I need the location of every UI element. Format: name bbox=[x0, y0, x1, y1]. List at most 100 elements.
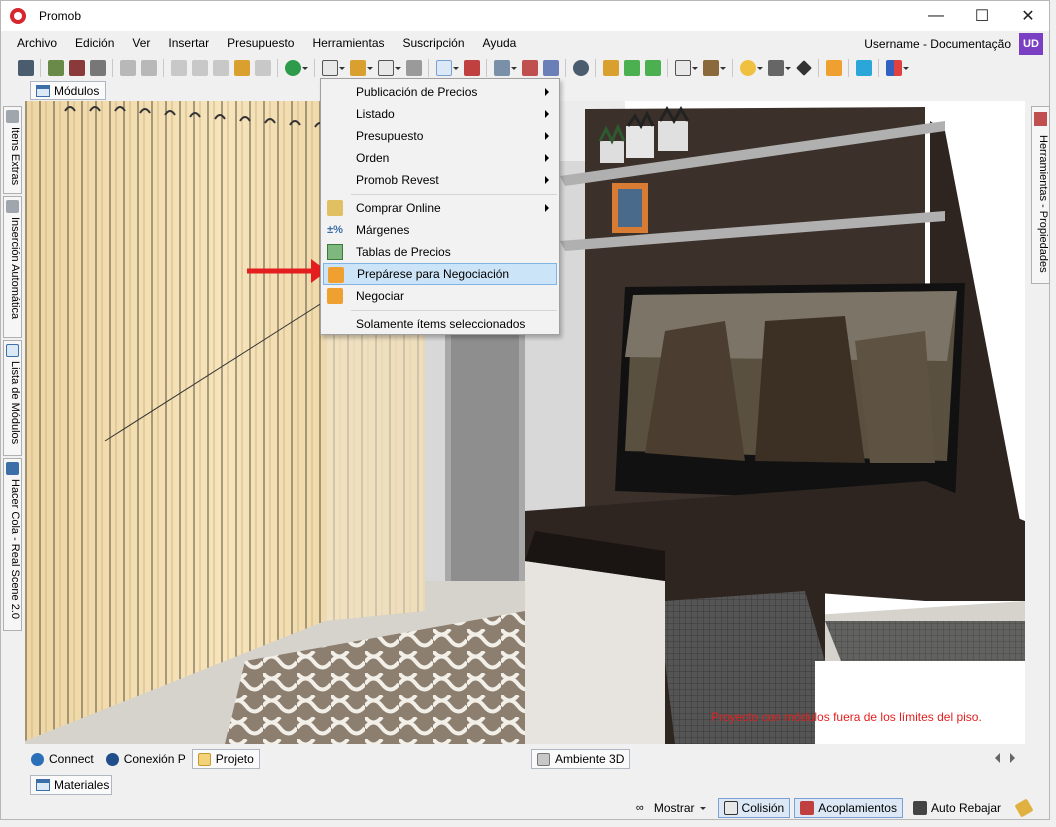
maximize-button[interactable]: ☐ bbox=[959, 1, 1005, 31]
tab-modulos[interactable]: Módulos bbox=[30, 81, 106, 100]
arrow-left-icon[interactable] bbox=[623, 60, 640, 76]
hammer-icon[interactable] bbox=[233, 60, 250, 76]
ruler-button[interactable] bbox=[1011, 798, 1041, 818]
menu-ver[interactable]: Ver bbox=[123, 31, 159, 55]
menu-edicion[interactable]: Edición bbox=[66, 31, 123, 55]
menu-item-solamente-seleccionados[interactable]: Solamente ítems seleccionados bbox=[323, 313, 557, 335]
menu-insertar[interactable]: Insertar bbox=[159, 31, 218, 55]
conexion-icon bbox=[105, 752, 119, 766]
folder-icon bbox=[197, 752, 211, 766]
scroll-left-icon[interactable] bbox=[995, 753, 1000, 763]
auto-rebajar-toggle[interactable]: Auto Rebajar bbox=[907, 798, 1007, 818]
toolbar-separator bbox=[565, 59, 566, 77]
menu-item-margenes[interactable]: ±% Márgenes bbox=[323, 219, 557, 241]
print-preview-icon[interactable] bbox=[68, 60, 85, 76]
budget-dollar-icon[interactable] bbox=[284, 60, 301, 76]
menu-item-promob-revest[interactable]: Promob Revest bbox=[323, 169, 557, 191]
hierarchy-icon[interactable] bbox=[349, 60, 366, 76]
tab-projeto-label: Projeto bbox=[215, 752, 254, 766]
sidebar-tab-label: Inserción Automática bbox=[9, 217, 21, 320]
menu-item-listado[interactable]: Listado bbox=[323, 103, 557, 125]
view-3d-icon[interactable] bbox=[542, 60, 559, 76]
colision-toggle[interactable]: Colisión bbox=[717, 798, 791, 818]
delete-icon[interactable] bbox=[254, 60, 271, 76]
menu-ayuda[interactable]: Ayuda bbox=[474, 31, 526, 55]
tab-materiales[interactable]: Materiales bbox=[30, 775, 112, 795]
eye-icon[interactable] bbox=[572, 60, 589, 76]
sidebar-tab-real-scene[interactable]: Hacer Cola - Real Scene 2.0 bbox=[3, 458, 22, 631]
menu-item-label: Tablas de Precios bbox=[356, 245, 451, 259]
acoplamientos-toggle[interactable]: Acoplamientos bbox=[794, 798, 903, 818]
title-bar: Promob — ☐ ✕ bbox=[1, 1, 1049, 31]
menu-item-negociar[interactable]: Negociar bbox=[323, 285, 557, 307]
panel-icon[interactable] bbox=[405, 60, 422, 76]
chevron-down-icon[interactable] bbox=[720, 66, 726, 70]
sidebar-tab-lista-modulos[interactable]: Lista de Módulos bbox=[3, 340, 22, 456]
chevron-down-icon[interactable] bbox=[453, 66, 459, 70]
measure-icon[interactable] bbox=[463, 60, 480, 76]
dimension-icon[interactable] bbox=[521, 60, 538, 76]
select-cursor-icon[interactable] bbox=[435, 60, 452, 76]
close-button[interactable]: ✕ bbox=[1005, 1, 1051, 31]
layout-icon[interactable] bbox=[885, 60, 902, 76]
connect-icon bbox=[31, 752, 44, 766]
save-icon[interactable] bbox=[17, 60, 34, 76]
menu-item-tablas-precios[interactable]: Tablas de Precios bbox=[323, 241, 557, 263]
username-label[interactable]: Username - Documentação bbox=[864, 31, 1011, 57]
sidebar-tab-label: Herramientas - Propiedades bbox=[1037, 135, 1049, 273]
arrow-right-icon[interactable] bbox=[644, 60, 661, 76]
render-icon[interactable] bbox=[47, 60, 64, 76]
undo-icon[interactable] bbox=[119, 60, 136, 76]
mostrar-label: Mostrar bbox=[653, 801, 695, 815]
box-icon[interactable] bbox=[702, 60, 719, 76]
camera-icon[interactable] bbox=[767, 60, 784, 76]
mostrar-dropdown[interactable]: ∞ Mostrar bbox=[630, 798, 714, 818]
sidebar-tab-itens-extras[interactable]: Itens Extras bbox=[3, 106, 22, 194]
move-icon[interactable] bbox=[795, 60, 812, 76]
frame-icon[interactable] bbox=[674, 60, 691, 76]
light-bulb-icon[interactable] bbox=[739, 60, 756, 76]
percent-icon: ±% bbox=[327, 224, 343, 236]
chevron-down-icon[interactable] bbox=[903, 66, 909, 70]
sidebar-tab-herramientas-propiedades[interactable]: Herramientas - Propiedades bbox=[1031, 106, 1050, 284]
layers-icon[interactable] bbox=[493, 60, 510, 76]
shape-icon[interactable] bbox=[377, 60, 394, 76]
tab-ambiente-3d[interactable]: Ambiente 3D bbox=[531, 749, 631, 769]
page-setup-icon[interactable] bbox=[321, 60, 338, 76]
chevron-down-icon[interactable] bbox=[302, 66, 308, 70]
chevron-down-icon[interactable] bbox=[367, 66, 373, 70]
chevron-down-icon[interactable] bbox=[692, 66, 698, 70]
redo-icon[interactable] bbox=[140, 60, 157, 76]
toolbar-separator bbox=[40, 59, 41, 77]
minimize-button[interactable]: — bbox=[913, 1, 959, 31]
user-avatar[interactable]: UD bbox=[1019, 33, 1043, 55]
menu-suscripcion[interactable]: Suscripción bbox=[394, 31, 474, 55]
print-icon[interactable] bbox=[89, 60, 106, 76]
chevron-down-icon[interactable] bbox=[511, 66, 517, 70]
menu-item-comprar-online[interactable]: Comprar Online bbox=[323, 197, 557, 219]
menu-archivo[interactable]: Archivo bbox=[1, 31, 66, 55]
sidebar-tab-insercion-automatica[interactable]: Inserción Automática bbox=[3, 196, 22, 338]
cut-icon[interactable] bbox=[170, 60, 187, 76]
chevron-down-icon[interactable] bbox=[395, 66, 401, 70]
menu-item-presupuesto[interactable]: Presupuesto bbox=[323, 125, 557, 147]
menu-herramientas[interactable]: Herramientas bbox=[303, 31, 393, 55]
copy-icon[interactable] bbox=[191, 60, 208, 76]
menu-item-orden[interactable]: Orden bbox=[323, 147, 557, 169]
submenu-arrow-icon bbox=[545, 88, 549, 96]
menu-item-preparese-negociacion[interactable]: Prepárese para Negociación bbox=[323, 263, 557, 285]
chat-icon[interactable] bbox=[855, 60, 872, 76]
chevron-down-icon[interactable] bbox=[757, 66, 763, 70]
paste-icon[interactable] bbox=[212, 60, 229, 76]
tab-conexion-p[interactable]: Conexión P bbox=[100, 749, 192, 769]
chevron-down-icon[interactable] bbox=[785, 66, 791, 70]
module-icon[interactable] bbox=[602, 60, 619, 76]
menu-item-publicacion-precios[interactable]: Publicación de Precios bbox=[323, 81, 557, 103]
menu-presupuesto[interactable]: Presupuesto bbox=[218, 31, 303, 55]
scroll-right-icon[interactable] bbox=[1010, 753, 1015, 763]
person-icon[interactable] bbox=[825, 60, 842, 76]
tab-connect[interactable]: Connect bbox=[25, 749, 100, 769]
tab-projeto[interactable]: Projeto bbox=[191, 749, 260, 769]
chevron-down-icon[interactable] bbox=[339, 66, 345, 70]
viewport-warning: Proyecto con módulos fuera de los límite… bbox=[711, 710, 982, 724]
